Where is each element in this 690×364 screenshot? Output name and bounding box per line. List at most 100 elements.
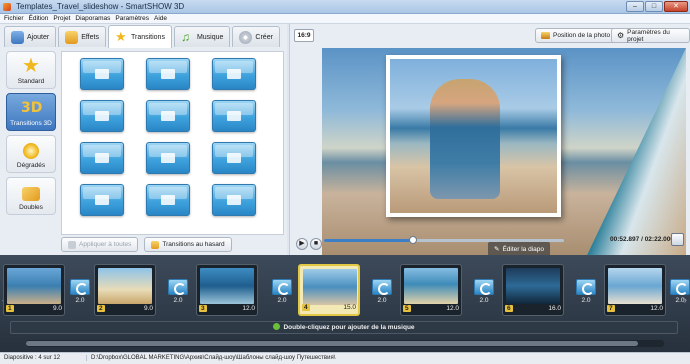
pencil-icon: ✎ xyxy=(494,246,500,253)
slide-thumbnail[interactable]: 6 16.0 xyxy=(502,264,564,316)
transition-tile[interactable] xyxy=(212,142,256,174)
main-tabs: Ajouter Effets ★ Transitions ♫ Musique C… xyxy=(4,25,280,48)
dice-icon xyxy=(151,240,160,249)
category-label: Doubles xyxy=(19,204,43,211)
maximize-button[interactable]: □ xyxy=(645,1,663,12)
slide-duration: 9.0 xyxy=(52,305,62,312)
transition-thumbnail[interactable]: 2.0 xyxy=(272,279,292,307)
slide-number: 7 xyxy=(607,305,615,312)
preview-photo xyxy=(386,55,561,217)
slide-image xyxy=(303,269,357,305)
music-track[interactable]: Double-cliquez pour ajouter de la musiqu… xyxy=(10,321,678,334)
photo-position-button[interactable]: Position de la photo xyxy=(535,28,617,43)
transition-tile[interactable] xyxy=(212,58,256,90)
transition-tile[interactable] xyxy=(146,58,190,90)
transition-tile[interactable] xyxy=(146,184,190,216)
transition-thumbnail[interactable]: 2.0 xyxy=(168,279,188,307)
tab-label: Créer xyxy=(255,33,273,41)
transition-thumbnail[interactable]: 2.0 xyxy=(372,279,392,307)
transition-icon xyxy=(168,279,188,295)
progress-fill xyxy=(324,239,413,242)
slide-image xyxy=(404,268,458,304)
transition-duration: 2.0 xyxy=(173,297,183,304)
category-label: Transitions 3D xyxy=(10,120,52,127)
transition-thumbnail[interactable]: 2.0 xyxy=(576,279,596,307)
menu-item-help[interactable]: Aide xyxy=(154,14,167,23)
tab-add[interactable]: Ajouter xyxy=(4,26,57,47)
tab-create[interactable]: Créer xyxy=(232,26,280,47)
timeline: ‹ › 19.0 2.0 29.0 2.0 312.0 2.0 415.0 2.… xyxy=(0,255,690,352)
music-hint: Double-cliquez pour ajouter de la musiqu… xyxy=(283,324,415,331)
tab-transitions[interactable]: ★ Transitions xyxy=(107,25,172,48)
slide-thumbnail[interactable]: 5 12.0 xyxy=(400,264,462,316)
transition-duration: 2.0 xyxy=(675,297,685,304)
slide-number: 6 xyxy=(505,305,513,312)
menu-item-edit[interactable]: Édition xyxy=(29,14,49,23)
menu-item-settings[interactable]: Paramètres xyxy=(115,14,149,23)
slide-thumbnail[interactable]: 2 9.0 xyxy=(94,264,156,316)
star-icon: ★ xyxy=(22,55,40,77)
transition-tile[interactable] xyxy=(80,142,124,174)
menu-item-file[interactable]: Fichier xyxy=(4,14,24,23)
tab-music[interactable]: ♫ Musique xyxy=(173,26,231,47)
category-gradients[interactable]: Dégradés xyxy=(6,135,56,173)
transition-thumbnail[interactable]: 2.0 xyxy=(670,279,690,307)
transition-tile[interactable] xyxy=(80,184,124,216)
transition-tile[interactable] xyxy=(212,100,256,132)
crop-icon xyxy=(541,32,550,39)
project-path: D:\Dropbox\GLOBAL MARKETING\Архив\Слайд-… xyxy=(86,355,335,361)
progress-handle[interactable] xyxy=(408,236,417,244)
transition-thumbnail[interactable]: 2.0 xyxy=(70,279,90,307)
minimize-button[interactable]: – xyxy=(626,1,644,12)
tab-effects[interactable]: Effets xyxy=(58,26,106,47)
project-settings-button[interactable]: ⚙ Paramètres du projet xyxy=(611,28,690,43)
transition-duration: 2.0 xyxy=(75,297,85,304)
apply-to-all-button[interactable]: Appliquer à toutes xyxy=(61,237,139,252)
transition-tile[interactable] xyxy=(212,184,256,216)
gradient-icon xyxy=(23,143,39,159)
random-transitions-button[interactable]: Transitions au hasard xyxy=(144,237,232,252)
category-standard[interactable]: ★ Standard xyxy=(6,51,56,89)
slide-number: 5 xyxy=(403,305,411,312)
play-button[interactable]: ▶ xyxy=(296,238,308,250)
category-label: Dégradés xyxy=(16,162,46,169)
slide-thumbnail[interactable]: 7 12.0 xyxy=(604,264,666,316)
window-controls: – □ ✕ xyxy=(626,1,688,12)
left-panel: Ajouter Effets ★ Transitions ♫ Musique C… xyxy=(0,24,287,255)
edit-slide-button[interactable]: ✎ Éditer la diapo xyxy=(488,242,551,256)
category-doubles[interactable]: Doubles xyxy=(6,177,56,215)
transition-tile[interactable] xyxy=(146,100,190,132)
status-bar: Diapositive : 4 sur 12 D:\Dropbox\GLOBAL… xyxy=(0,352,690,364)
stop-button[interactable]: ■ xyxy=(310,238,322,250)
slide-thumbnail-selected[interactable]: 4 15.0 xyxy=(298,264,360,316)
playback-time: 00:52.897 / 02:22.000 xyxy=(610,236,674,243)
slide-preview[interactable]: ✎ Éditer la diapo xyxy=(322,48,686,256)
playback-progress[interactable] xyxy=(324,236,564,244)
slide-thumbnail[interactable]: 1 9.0 xyxy=(3,264,65,316)
transition-tile[interactable] xyxy=(80,100,124,132)
random-label: Transitions au hasard xyxy=(162,241,225,248)
transition-tile[interactable] xyxy=(146,142,190,174)
transition-icon xyxy=(670,279,690,295)
transition-icon xyxy=(372,279,392,295)
category-3d[interactable]: 3D Transitions 3D xyxy=(6,93,56,131)
close-button[interactable]: ✕ xyxy=(664,1,688,12)
transition-actions: Appliquer à toutes Transitions au hasard xyxy=(61,237,232,252)
transition-duration: 2.0 xyxy=(377,297,387,304)
transition-icon xyxy=(474,279,494,295)
fullscreen-button[interactable] xyxy=(671,233,684,246)
slide-thumbnail[interactable]: 3 12.0 xyxy=(196,264,258,316)
scrollbar-thumb[interactable] xyxy=(26,341,638,346)
tab-label: Effets xyxy=(81,33,99,41)
menu-item-project[interactable]: Projet xyxy=(53,14,70,23)
music-hint-row: Double-cliquez pour ajouter de la musiqu… xyxy=(11,323,677,331)
aspect-ratio-button[interactable]: 16:9 xyxy=(294,29,314,42)
transition-duration: 2.0 xyxy=(277,297,287,304)
menu-item-slideshow[interactable]: Diaporamas xyxy=(75,14,110,23)
tab-label: Musique xyxy=(196,33,224,41)
transition-tile[interactable] xyxy=(80,58,124,90)
effects-icon xyxy=(65,30,79,44)
timeline-scrollbar[interactable] xyxy=(26,340,664,347)
transition-thumbnail[interactable]: 2.0 xyxy=(474,279,494,307)
slide-duration: 15.0 xyxy=(343,304,356,311)
